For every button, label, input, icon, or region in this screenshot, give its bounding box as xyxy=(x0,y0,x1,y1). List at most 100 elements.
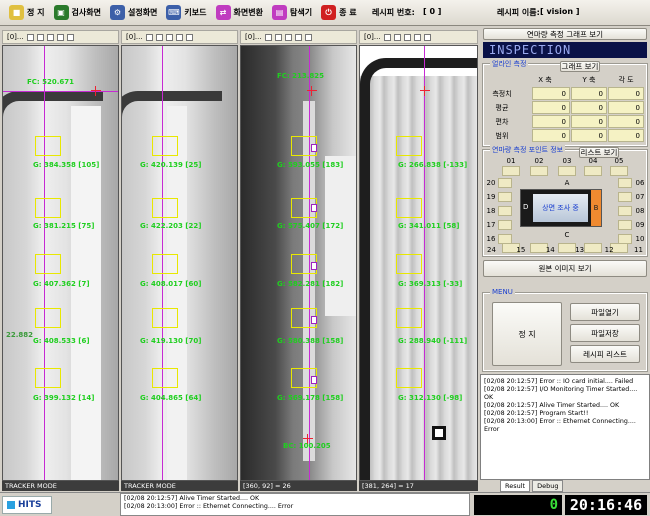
measure-value: G: 266.838 [-133] xyxy=(398,161,468,169)
pane-tool-icon[interactable] xyxy=(393,33,401,41)
measure-roi[interactable] xyxy=(152,254,178,274)
pane-tool-icon[interactable] xyxy=(56,33,64,41)
point-slot[interactable] xyxy=(498,220,512,230)
measure-roi[interactable] xyxy=(152,368,178,388)
pane-4-status: [381, 264] = 17 xyxy=(359,481,478,491)
point-slot[interactable] xyxy=(502,166,520,176)
measure-value: G: 569.178 [158] xyxy=(277,394,344,402)
measure-roi[interactable] xyxy=(396,254,422,274)
guide-line xyxy=(424,46,425,480)
pane-tool-icon[interactable] xyxy=(294,33,302,41)
settings-screen-icon: ⚙ xyxy=(109,5,125,20)
recipe-list-button[interactable]: 레시피 리스트 xyxy=(570,345,640,363)
pane-tool-icon[interactable] xyxy=(264,33,272,41)
keyboard-button[interactable]: ⌨ 키보드 xyxy=(163,3,209,23)
camera-pane-2[interactable]: G: 420.139 [25] G: 422.203 [22] G: 408.0… xyxy=(121,45,238,481)
value-cell: 0 xyxy=(532,129,570,142)
point-number: 11 xyxy=(634,246,643,254)
log-line: [02/08 20:12:57] Error :: IO card initia… xyxy=(484,378,634,385)
point-slot[interactable] xyxy=(530,166,548,176)
hits-logo: HITS xyxy=(2,496,52,514)
bottom-log[interactable]: [02/08 20:12:57] Alive Timer Started....… xyxy=(120,493,470,516)
row-label: 범위 xyxy=(495,132,509,140)
switch-screen-button[interactable]: ⇄ 화면변환 xyxy=(213,3,266,23)
row-label: 평균 xyxy=(495,104,509,112)
tab-debug[interactable]: Debug xyxy=(532,480,564,492)
point-slot[interactable] xyxy=(618,178,632,188)
edge-marker xyxy=(311,316,317,324)
log-line: [02/08 20:13:00] Error :: Ethernet Conne… xyxy=(484,418,636,433)
explorer-button[interactable]: ▤ 탐색기 xyxy=(269,3,315,23)
pane-tool-icon[interactable] xyxy=(145,33,153,41)
measure-roi[interactable] xyxy=(35,308,61,328)
inspect-screen-button[interactable]: ▣ 검사화면 xyxy=(51,3,104,23)
measure-roi[interactable] xyxy=(35,198,61,218)
pane-tool-icon[interactable] xyxy=(185,33,193,41)
exit-icon: ⏻ xyxy=(321,5,337,20)
pane-tool-icon[interactable] xyxy=(403,33,411,41)
align-group-title: 얼라인 측정 xyxy=(490,59,529,69)
measure-roi[interactable] xyxy=(396,198,422,218)
measure-roi[interactable] xyxy=(35,136,61,156)
measure-roi[interactable] xyxy=(35,368,61,388)
point-slot[interactable] xyxy=(498,206,512,216)
fc-label: FC: 520.671 xyxy=(27,78,75,86)
pane-tool-icon[interactable] xyxy=(423,33,431,41)
row-label: 측정치 xyxy=(492,90,512,98)
bright-block xyxy=(325,156,356,316)
value-cell: 0 xyxy=(532,87,570,100)
stop-label: 정 지 xyxy=(27,8,45,17)
camera-pane-4[interactable]: G: 266.838 [-133] G: 341.011 [58] G: 369… xyxy=(359,45,478,481)
settings-screen-button[interactable]: ⚙ 설정화면 xyxy=(107,3,160,23)
point-slot[interactable] xyxy=(610,166,628,176)
measure-roi[interactable] xyxy=(396,308,422,328)
pane-tool-icon[interactable] xyxy=(175,33,183,41)
point-slot[interactable] xyxy=(584,166,602,176)
graph-view-button[interactable]: 그래프 보기 xyxy=(560,61,600,72)
value-cell: 0 xyxy=(571,101,607,114)
log-panel[interactable]: [02/08 20:12:57] Error :: IO card initia… xyxy=(480,374,650,480)
pane-tool-icon[interactable] xyxy=(274,33,282,41)
exit-button[interactable]: ⏻ 종 료 xyxy=(318,3,360,23)
camera-pane-1[interactable]: FC: 520.671 G: 384.358 [105] G: 381.215 … xyxy=(2,45,119,481)
measure-roi[interactable] xyxy=(396,368,422,388)
camera-pane-3[interactable]: FC: 213.825 G: 593.055 [183] G: 575.407 … xyxy=(240,45,357,481)
pane-tool-icon[interactable] xyxy=(413,33,421,41)
log-line: [02/08 20:12:57] I/O Monitoring Timer St… xyxy=(484,386,638,401)
measure-roi[interactable] xyxy=(35,254,61,274)
pane-tool-icon[interactable] xyxy=(66,33,74,41)
file-open-button[interactable]: 파일열기 xyxy=(570,303,640,321)
fiducial-mark xyxy=(432,426,446,440)
pane-3-header[interactable]: [0]... xyxy=(240,30,357,44)
pane-tool-icon[interactable] xyxy=(383,33,391,41)
stop-toolbar-button[interactable]: ■ 정 지 xyxy=(6,3,48,23)
original-image-button[interactable]: 원본 이미지 보기 xyxy=(483,260,647,277)
pane-tool-icon[interactable] xyxy=(26,33,34,41)
pane-tool-icon[interactable] xyxy=(36,33,44,41)
grind-graph-button[interactable]: 연마량 측정 그래프 보기 xyxy=(483,28,647,40)
measure-roi[interactable] xyxy=(396,136,422,156)
point-slot[interactable] xyxy=(498,178,512,188)
measure-value: G: 593.055 [183] xyxy=(277,161,344,169)
pane-tool-icon[interactable] xyxy=(284,33,292,41)
measure-roi[interactable] xyxy=(152,198,178,218)
point-slot[interactable] xyxy=(558,166,576,176)
bottom-bar: HITS [02/08 20:12:57] Alive Timer Starte… xyxy=(0,492,650,516)
value-cell: 0 xyxy=(532,101,570,114)
pane-tool-icon[interactable] xyxy=(304,33,312,41)
point-slot[interactable] xyxy=(618,192,632,202)
pane-2-header[interactable]: [0]... xyxy=(121,30,238,44)
measure-roi[interactable] xyxy=(152,136,178,156)
main-stop-button[interactable]: 정 지 xyxy=(492,302,562,366)
pane-tool-icon[interactable] xyxy=(46,33,54,41)
pane-4-header[interactable]: [0]... xyxy=(359,30,478,44)
tab-result[interactable]: Result xyxy=(500,480,531,492)
point-slot[interactable] xyxy=(618,220,632,230)
measure-roi[interactable] xyxy=(152,308,178,328)
pane-1-header[interactable]: [0]... xyxy=(2,30,119,44)
pane-tool-icon[interactable] xyxy=(155,33,163,41)
file-save-button[interactable]: 파일저장 xyxy=(570,324,640,342)
point-slot[interactable] xyxy=(498,192,512,202)
point-slot[interactable] xyxy=(618,206,632,216)
pane-tool-icon[interactable] xyxy=(165,33,173,41)
